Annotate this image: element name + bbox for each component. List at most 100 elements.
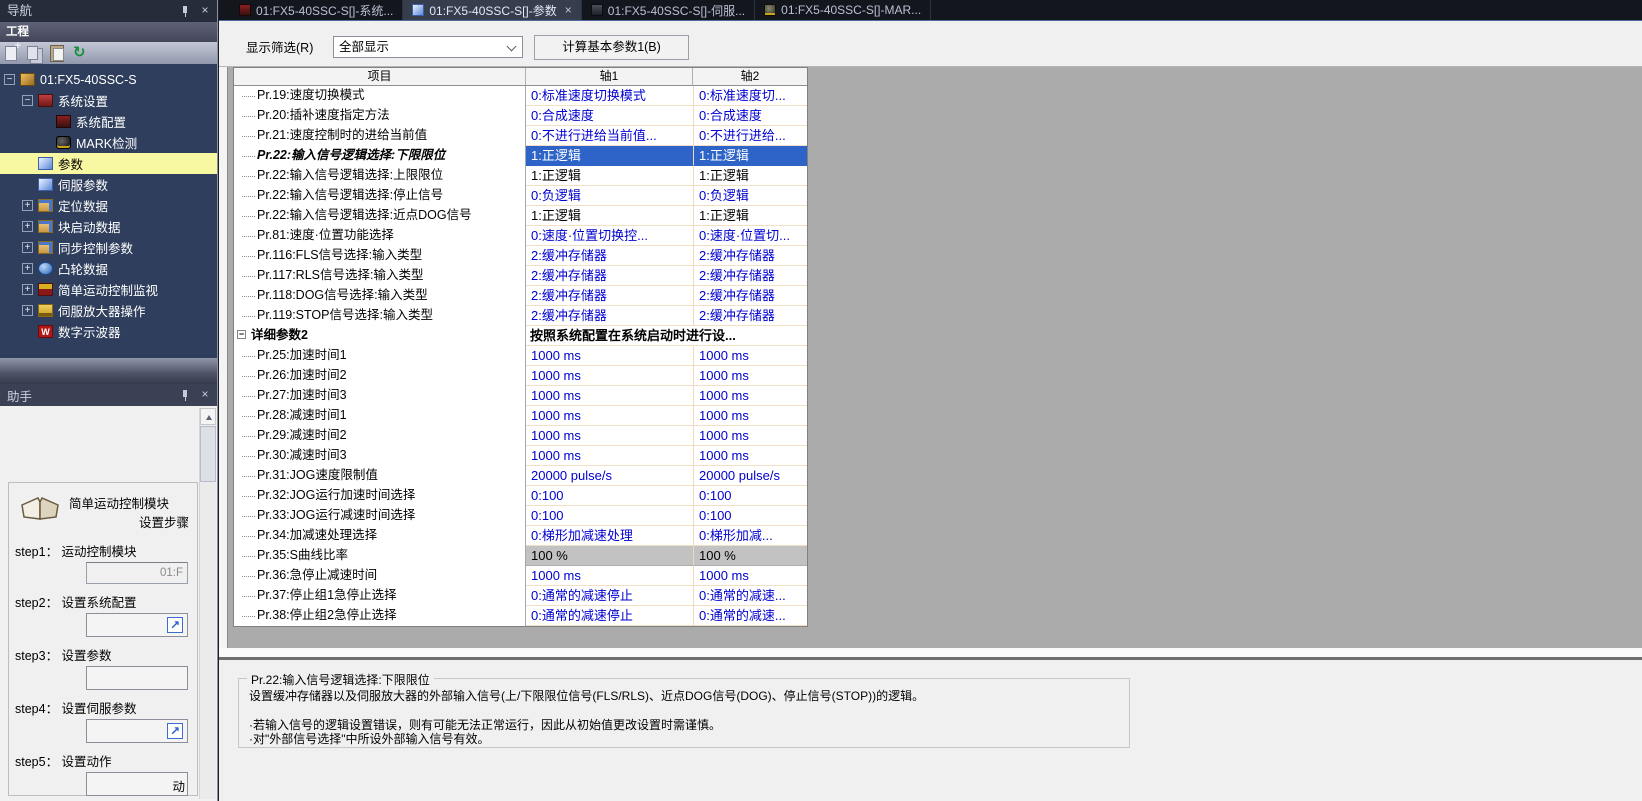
tree-expander-icon[interactable]: + bbox=[22, 263, 33, 274]
close-icon[interactable]: × bbox=[197, 388, 213, 402]
param-name-cell[interactable]: Pr.36:急停止减速时间 bbox=[234, 566, 526, 586]
step-button[interactable]: ↗ bbox=[86, 613, 188, 637]
pin-icon[interactable] bbox=[177, 4, 193, 18]
paste-icon[interactable] bbox=[48, 44, 68, 62]
axis1-value-cell[interactable]: 1000 ms bbox=[526, 566, 693, 586]
document-tab[interactable]: 01:FX5-40SSC-S[]-系统... bbox=[230, 0, 403, 20]
axis2-value-cell[interactable]: 100 % bbox=[693, 546, 807, 566]
axis2-value-cell[interactable]: 1:正逻辑 bbox=[693, 146, 807, 166]
axis1-value-cell[interactable]: 2:缓冲存储器 bbox=[526, 266, 693, 286]
tree-item[interactable]: +简单运动控制监视 bbox=[0, 279, 217, 300]
param-name-cell[interactable]: Pr.22:输入信号逻辑选择:近点DOG信号 bbox=[234, 206, 526, 226]
step-button[interactable]: 动 bbox=[86, 772, 188, 796]
column-header-item[interactable]: 项目 bbox=[234, 68, 526, 86]
calc-basic-params-button[interactable]: 计算基本参数1(B) bbox=[534, 35, 689, 60]
horizontal-splitter[interactable] bbox=[219, 648, 1642, 660]
axis2-value-cell[interactable]: 1000 ms bbox=[693, 366, 807, 386]
tree-item[interactable]: 参数 bbox=[0, 153, 217, 174]
axis2-value-cell[interactable]: 0:通常的减速... bbox=[693, 586, 807, 606]
tree-item[interactable]: −01:FX5-40SSC-S bbox=[0, 69, 217, 90]
param-name-cell[interactable]: Pr.118:DOG信号选择:输入类型 bbox=[234, 286, 526, 306]
tab-close-icon[interactable]: × bbox=[565, 3, 572, 17]
param-name-cell[interactable]: Pr.35:S曲线比率 bbox=[234, 546, 526, 566]
tree-expander-icon[interactable]: − bbox=[4, 74, 15, 85]
tree-item[interactable]: 系统配置 bbox=[0, 111, 217, 132]
tree-item[interactable]: +块启动数据 bbox=[0, 216, 217, 237]
axis2-value-cell[interactable]: 0:100 bbox=[693, 486, 807, 506]
param-name-cell[interactable]: Pr.119:STOP信号选择:输入类型 bbox=[234, 306, 526, 326]
axis2-value-cell[interactable]: 2:缓冲存储器 bbox=[693, 246, 807, 266]
param-name-cell[interactable]: Pr.30:减速时间3 bbox=[234, 446, 526, 466]
axis1-value-cell[interactable]: 1000 ms bbox=[526, 446, 693, 466]
axis1-value-cell[interactable]: 0:负逻辑 bbox=[526, 186, 693, 206]
param-name-cell[interactable]: Pr.37:停止组1急停止选择 bbox=[234, 586, 526, 606]
tree-expander-icon[interactable]: − bbox=[22, 95, 33, 106]
tree-expander-icon[interactable]: + bbox=[22, 305, 33, 316]
param-name-cell[interactable]: Pr.117:RLS信号选择:输入类型 bbox=[234, 266, 526, 286]
step-button[interactable]: ↗ bbox=[86, 719, 188, 743]
axis1-value-cell[interactable]: 1000 ms bbox=[526, 386, 693, 406]
param-name-cell[interactable]: Pr.21:速度控制时的进给当前值 bbox=[234, 126, 526, 146]
axis2-value-cell[interactable]: 1000 ms bbox=[693, 406, 807, 426]
axis1-value-cell[interactable]: 2:缓冲存储器 bbox=[526, 306, 693, 326]
tree-expander-icon[interactable]: + bbox=[22, 200, 33, 211]
axis2-value-cell[interactable]: 0:负逻辑 bbox=[693, 186, 807, 206]
axis1-value-cell[interactable]: 2:缓冲存储器 bbox=[526, 246, 693, 266]
axis1-value-cell[interactable]: 1:正逻辑 bbox=[526, 146, 693, 166]
axis1-value-cell[interactable]: 0:合成速度 bbox=[526, 106, 693, 126]
tree-item[interactable]: MARK检测 bbox=[0, 132, 217, 153]
param-name-cell[interactable]: Pr.22:输入信号逻辑选择:上限限位 bbox=[234, 166, 526, 186]
axis2-value-cell[interactable]: 0:100 bbox=[693, 506, 807, 526]
axis1-value-cell[interactable]: 0:通常的减速停止 bbox=[526, 586, 693, 606]
axis2-value-cell[interactable]: 1000 ms bbox=[693, 426, 807, 446]
param-name-cell[interactable]: Pr.31:JOG速度限制值 bbox=[234, 466, 526, 486]
tree-item[interactable]: −系统设置 bbox=[0, 90, 217, 111]
param-name-cell[interactable]: Pr.81:速度·位置功能选择 bbox=[234, 226, 526, 246]
axis2-value-cell[interactable]: 1:正逻辑 bbox=[693, 166, 807, 186]
param-group-cell[interactable]: −详细参数2 bbox=[234, 326, 526, 346]
group-collapse-icon[interactable]: − bbox=[237, 330, 246, 339]
axis2-value-cell[interactable]: 0:标准速度切... bbox=[693, 86, 807, 106]
param-name-cell[interactable]: Pr.116:FLS信号选择:输入类型 bbox=[234, 246, 526, 266]
param-name-cell[interactable]: Pr.22:输入信号逻辑选择:下限限位 bbox=[234, 146, 526, 166]
axis1-value-cell[interactable]: 0:梯形加减速处理 bbox=[526, 526, 693, 546]
axis2-value-cell[interactable]: 1000 ms bbox=[693, 386, 807, 406]
axis1-value-cell[interactable]: 20000 pulse/s bbox=[526, 466, 693, 486]
close-icon[interactable]: × bbox=[197, 4, 213, 18]
axis1-value-cell[interactable]: 0:通常的减速停止 bbox=[526, 606, 693, 626]
axis2-value-cell[interactable]: 0:不进行进给... bbox=[693, 126, 807, 146]
param-name-cell[interactable]: Pr.38:停止组2急停止选择 bbox=[234, 606, 526, 626]
axis1-value-cell[interactable]: 1000 ms bbox=[526, 346, 693, 366]
axis2-value-cell[interactable]: 0:通常的减速... bbox=[693, 606, 807, 626]
axis2-value-cell[interactable]: 0:速度·位置切... bbox=[693, 226, 807, 246]
tree-item[interactable]: +同步控制参数 bbox=[0, 237, 217, 258]
tree-expander-icon[interactable]: + bbox=[22, 221, 33, 232]
tree-item[interactable]: 伺服参数 bbox=[0, 174, 217, 195]
step-module-field[interactable]: 01:F bbox=[86, 562, 188, 584]
param-name-cell[interactable]: Pr.34:加减速处理选择 bbox=[234, 526, 526, 546]
axis2-value-cell[interactable]: 0:合成速度 bbox=[693, 106, 807, 126]
step-button[interactable] bbox=[86, 666, 188, 690]
refresh-icon[interactable] bbox=[71, 44, 91, 62]
axis2-value-cell[interactable]: 1:正逻辑 bbox=[693, 206, 807, 226]
axis2-value-cell[interactable]: 1000 ms bbox=[693, 446, 807, 466]
scroll-up-icon[interactable] bbox=[200, 408, 216, 425]
axis2-value-cell[interactable]: 0:梯形加减... bbox=[693, 526, 807, 546]
document-tab[interactable]: 01:FX5-40SSC-S[]-伺服... bbox=[582, 0, 755, 20]
param-name-cell[interactable]: Pr.19:速度切换模式 bbox=[234, 86, 526, 106]
axis1-value-cell[interactable]: 0:100 bbox=[526, 486, 693, 506]
document-tab[interactable]: 01:FX5-40SSC-S[]-MAR... bbox=[755, 0, 931, 20]
param-name-cell[interactable]: Pr.33:JOG运行减速时间选择 bbox=[234, 506, 526, 526]
tree-item[interactable]: +伺服放大器操作 bbox=[0, 300, 217, 321]
tree-item[interactable]: +凸轮数据 bbox=[0, 258, 217, 279]
axis2-value-cell[interactable]: 2:缓冲存储器 bbox=[693, 266, 807, 286]
panel-splitter[interactable] bbox=[0, 358, 217, 384]
param-name-cell[interactable]: Pr.22:输入信号逻辑选择:停止信号 bbox=[234, 186, 526, 206]
axis1-value-cell[interactable]: 0:速度·位置切换控... bbox=[526, 226, 693, 246]
tree-item[interactable]: +定位数据 bbox=[0, 195, 217, 216]
axis1-value-cell[interactable]: 1000 ms bbox=[526, 406, 693, 426]
axis2-value-cell[interactable]: 2:缓冲存储器 bbox=[693, 306, 807, 326]
tree-expander-icon[interactable]: + bbox=[22, 242, 33, 253]
axis1-value-cell[interactable]: 1:正逻辑 bbox=[526, 166, 693, 186]
display-filter-select[interactable]: 全部显示 bbox=[333, 36, 523, 58]
